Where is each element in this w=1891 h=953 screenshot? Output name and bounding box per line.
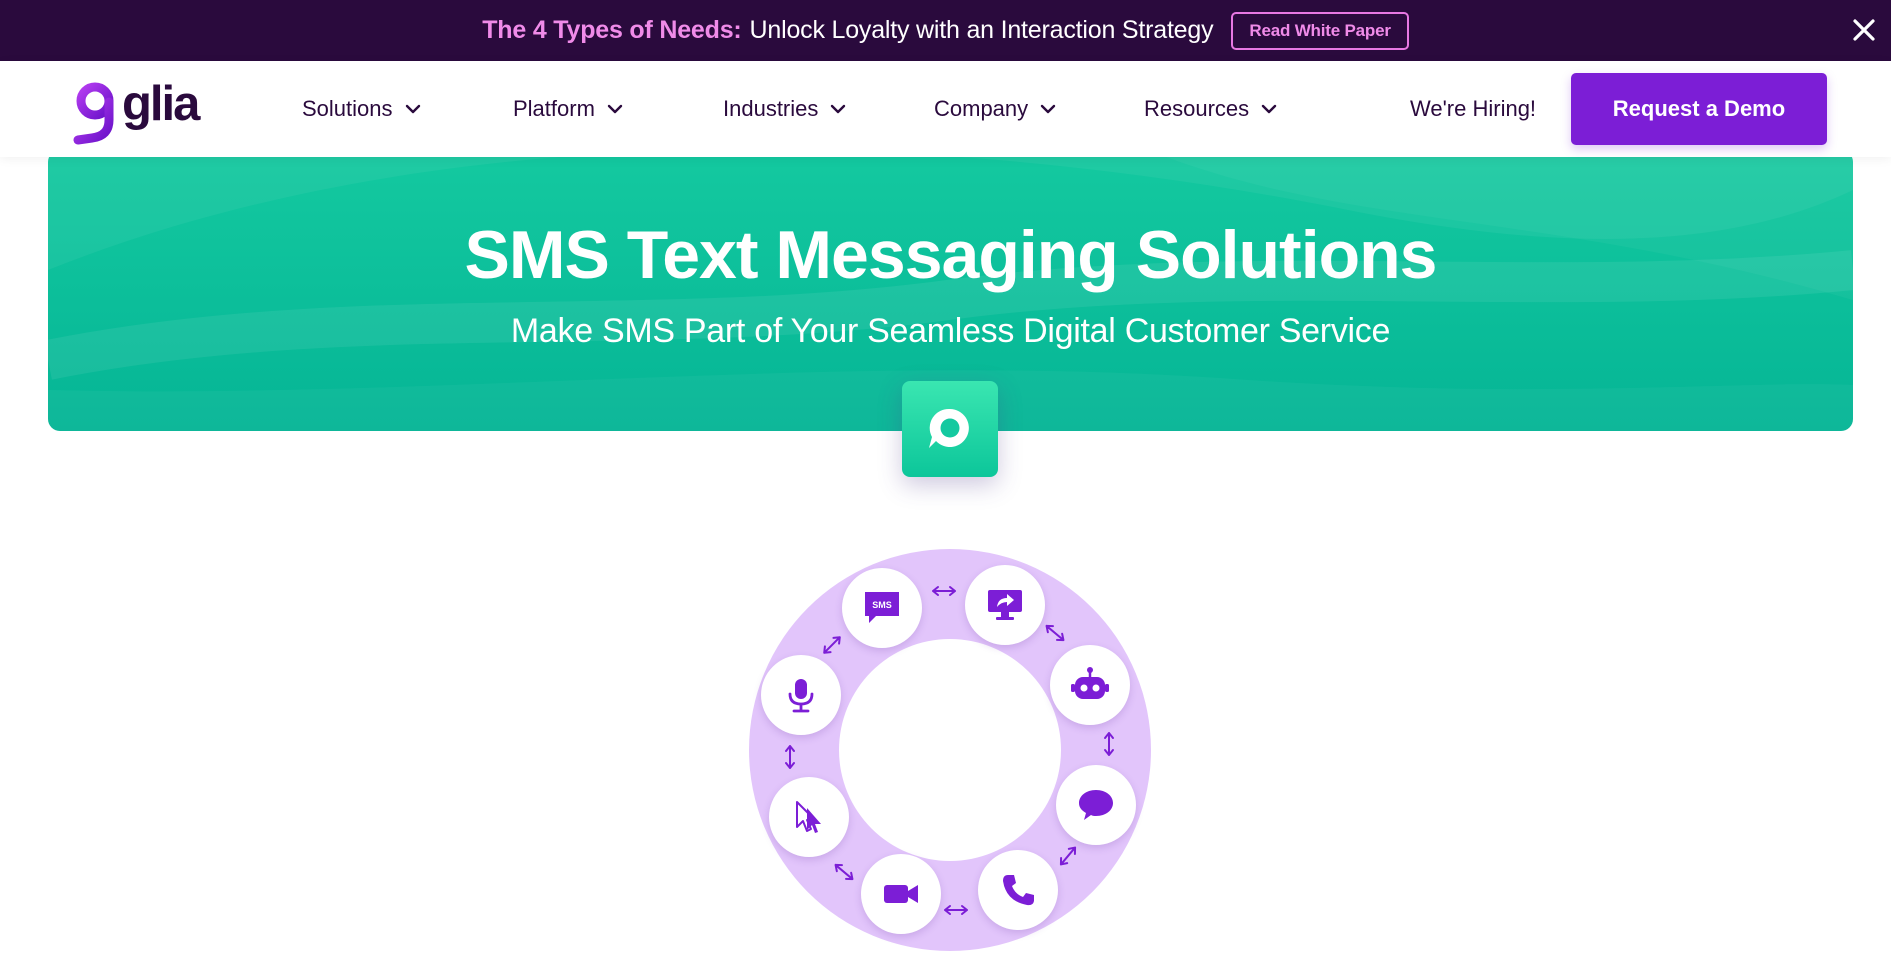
page-subtitle: Make SMS Part of Your Seamless Digital C… <box>510 312 1391 350</box>
chevron-down-icon <box>831 104 846 114</box>
robot-icon <box>1071 667 1109 699</box>
chat-bubble-icon <box>929 408 969 448</box>
nav-label: Industries <box>723 96 819 121</box>
chevron-down-icon <box>1040 104 1056 114</box>
double-arrow-icon <box>932 586 956 596</box>
nav-solutions[interactable]: Solutions <box>302 61 421 157</box>
screen-share-icon <box>988 590 1022 620</box>
double-arrow-icon <box>944 905 968 915</box>
microphone-icon <box>788 679 814 713</box>
double-arrow-icon <box>834 863 854 881</box>
chevron-down-icon <box>607 104 623 114</box>
double-arrow-icon <box>1045 624 1065 642</box>
wheel-ring <box>749 549 1151 951</box>
nav-label: Resources <box>1144 96 1250 121</box>
glia-logo[interactable]: glia <box>72 77 212 145</box>
nav-company[interactable]: Company <box>934 61 1056 157</box>
page-title: SMS Text Messaging Solutions <box>464 217 1438 293</box>
double-arrow-icon <box>1059 846 1077 866</box>
logo-wordmark: glia <box>122 77 200 131</box>
chat-badge <box>902 381 998 477</box>
chat-icon <box>1079 790 1113 820</box>
channel-node-voice <box>761 655 841 735</box>
announcement-text: Unlock Loyalty with an Interaction Strat… <box>749 16 1214 44</box>
channel-node-sms: SMS <box>842 568 922 648</box>
double-arrow-icon <box>785 745 795 769</box>
channel-node-cobrowse <box>769 777 849 857</box>
channel-node-video <box>861 854 941 934</box>
request-demo-button[interactable]: Request a Demo <box>1571 73 1827 145</box>
chevron-down-icon <box>405 104 420 114</box>
nav-platform[interactable]: Platform <box>513 61 623 157</box>
channel-node-chat <box>1056 765 1136 845</box>
nav-resources[interactable]: Resources <box>1144 61 1277 157</box>
sms-icon: SMS <box>865 592 899 623</box>
announcement-highlight: The 4 Types of Needs: <box>482 16 742 44</box>
video-camera-icon <box>884 885 918 903</box>
double-arrow-icon <box>823 636 841 654</box>
phone-icon <box>1003 875 1034 906</box>
glia-logo-mark-icon <box>73 82 114 145</box>
channel-node-screen-share <box>965 565 1045 645</box>
channel-node-phone <box>978 850 1058 930</box>
announcement-message: The 4 Types of Needs: Unlock Loyalty wit… <box>0 0 1891 61</box>
double-arrow-icon <box>1104 732 1114 756</box>
sms-icon-text: SMS <box>872 600 892 610</box>
chevron-down-icon <box>1261 104 1277 114</box>
cursor-icon <box>796 801 821 833</box>
announcement-bar: The 4 Types of Needs: Unlock Loyalty wit… <box>0 0 1891 61</box>
main-navbar: glia Solutions Platform Industries Compa… <box>0 61 1891 157</box>
nav-industries[interactable]: Industries <box>723 61 846 157</box>
channel-wheel: SMS <box>748 548 1153 953</box>
nav-label: Company <box>934 96 1029 121</box>
close-icon[interactable] <box>1849 15 1879 45</box>
nav-label: Solutions <box>302 96 393 121</box>
read-white-paper-button[interactable]: Read White Paper <box>1231 11 1409 50</box>
channel-node-bot <box>1050 645 1130 725</box>
nav-label: Platform <box>513 96 595 121</box>
hiring-link[interactable]: We're Hiring! <box>1410 61 1536 157</box>
